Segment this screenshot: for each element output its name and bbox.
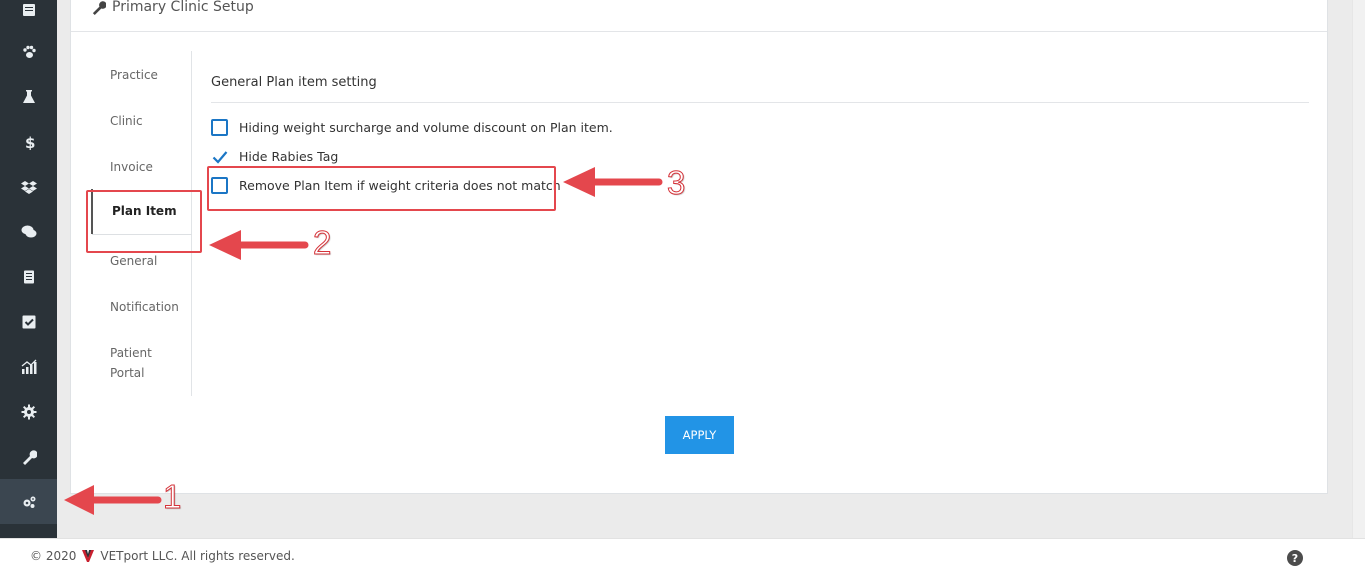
gears-icon xyxy=(23,496,35,508)
calendar-icon xyxy=(22,3,35,16)
annotation-number-1: 1 xyxy=(162,478,182,516)
option-hide-rabies-tag[interactable]: Hide Rabies Tag xyxy=(211,148,338,165)
sidebar-tasks[interactable] xyxy=(0,299,57,344)
tab-patient-portal[interactable]: Patient Portal xyxy=(91,343,171,383)
wrench-icon xyxy=(92,0,106,15)
page-scrollbar[interactable] xyxy=(1352,0,1365,538)
sidebar-calendar[interactable] xyxy=(0,0,57,31)
sidebar-analytics[interactable] xyxy=(0,344,57,389)
tab-clinic[interactable]: Clinic xyxy=(91,111,191,131)
annotation-number-3: 3 xyxy=(666,164,686,202)
annotation-box-2 xyxy=(86,190,202,253)
svg-text:$: $ xyxy=(25,134,35,150)
sidebar-messages[interactable] xyxy=(0,209,57,254)
copyright-year: © 2020 xyxy=(30,549,77,563)
checkmark-icon xyxy=(212,150,227,164)
plan-item-settings: General Plan item setting Hiding weight … xyxy=(211,75,1309,194)
tab-general[interactable]: General xyxy=(91,251,191,271)
section-title: General Plan item setting xyxy=(211,75,1309,103)
sidebar-inventory[interactable] xyxy=(0,164,57,209)
annotation-arrow-2 xyxy=(209,230,309,260)
sidebar-patients[interactable] xyxy=(0,29,57,74)
sidebar-tools[interactable] xyxy=(0,434,57,479)
document-icon xyxy=(23,270,34,283)
option-label: Hide Rabies Tag xyxy=(239,149,339,164)
tab-notification[interactable]: Notification xyxy=(91,297,191,317)
hide-rabies-tag-checkbox[interactable] xyxy=(211,148,228,165)
annotation-arrow-3 xyxy=(563,167,663,197)
card-header: Primary Clinic Setup xyxy=(71,0,1327,32)
dropbox-icon xyxy=(20,180,37,194)
page-title-text: Primary Clinic Setup xyxy=(112,0,254,15)
option-label: Hiding weight surcharge and volume disco… xyxy=(239,120,613,135)
apply-button[interactable]: APPLY xyxy=(665,416,734,454)
company-name: VETport LLC. All rights reserved. xyxy=(100,549,295,563)
sidebar: $ xyxy=(0,0,57,538)
gear-icon xyxy=(21,404,36,419)
sidebar-lab[interactable] xyxy=(0,74,57,119)
option-hide-weight-surcharge[interactable]: Hiding weight surcharge and volume disco… xyxy=(211,119,613,136)
dollar-icon: $ xyxy=(25,134,35,150)
tab-practice[interactable]: Practice xyxy=(91,65,191,85)
footer-copyright: © 2020 VETport LLC. All rights reserved. xyxy=(30,549,295,563)
help-icon[interactable]: ? xyxy=(1287,550,1303,566)
annotation-number-2: 2 xyxy=(312,224,332,262)
sidebar-reports[interactable] xyxy=(0,254,57,299)
flask-icon xyxy=(22,89,35,103)
annotation-arrow-1 xyxy=(64,485,162,515)
annotation-box-3 xyxy=(207,166,556,211)
sidebar-settings[interactable] xyxy=(0,389,57,434)
sidebar-billing[interactable]: $ xyxy=(0,119,57,164)
footer: © 2020 VETport LLC. All rights reserved.… xyxy=(0,538,1365,576)
vetport-logo-icon xyxy=(82,550,95,562)
sidebar-admin-setup[interactable] xyxy=(0,479,57,524)
chat-icon xyxy=(21,225,36,237)
hide-weight-surcharge-checkbox[interactable] xyxy=(211,119,228,136)
tab-invoice[interactable]: Invoice xyxy=(91,157,191,177)
page-title: Primary Clinic Setup xyxy=(91,0,254,15)
paw-icon xyxy=(22,45,36,58)
wrench-icon xyxy=(22,449,37,465)
chart-icon xyxy=(21,359,36,374)
checkbox-icon xyxy=(22,315,35,328)
